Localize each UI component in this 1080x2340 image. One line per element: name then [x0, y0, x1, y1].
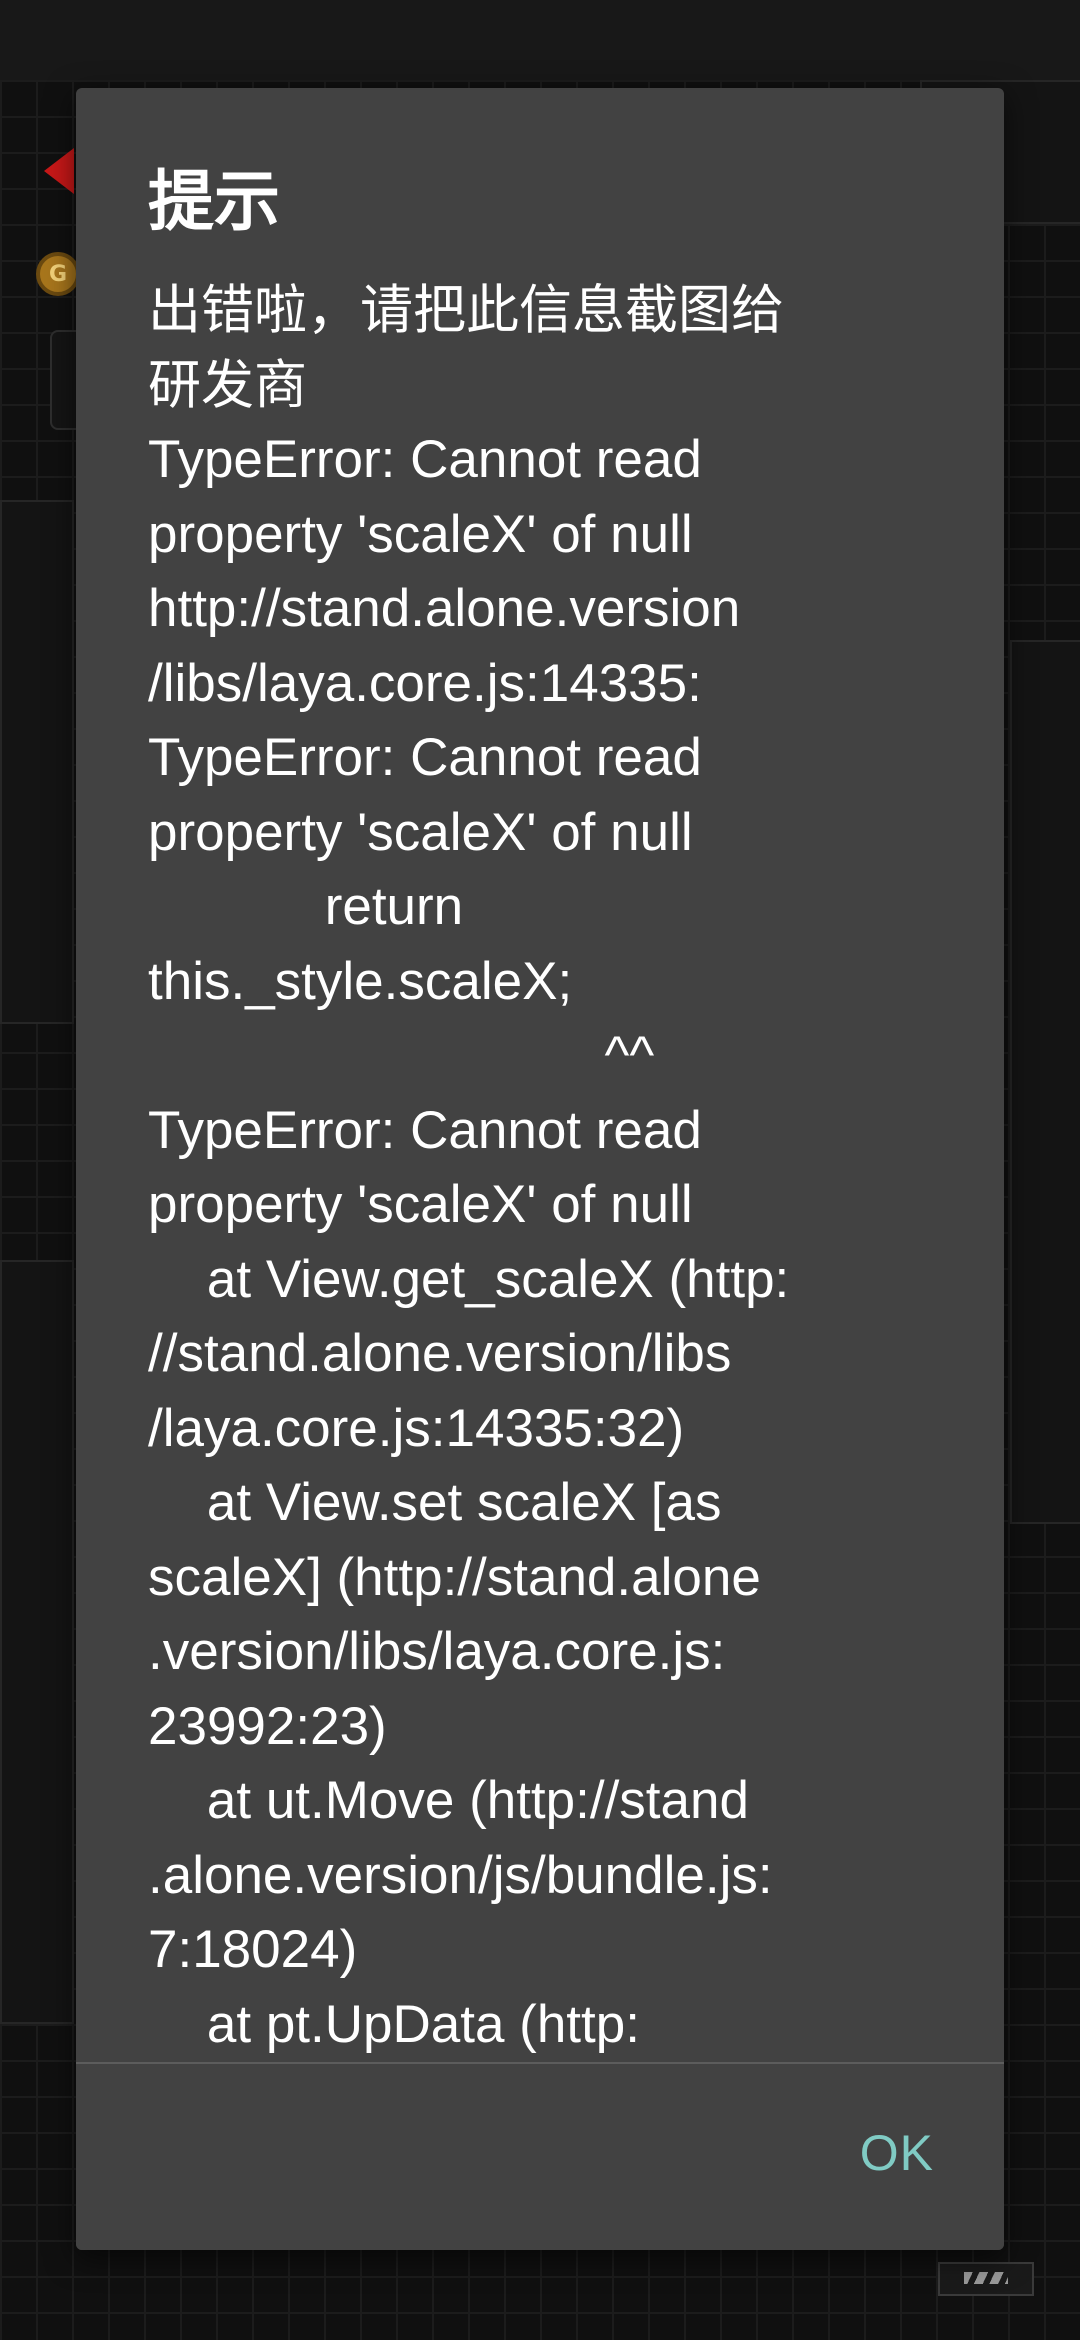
message-line: return	[148, 877, 464, 936]
coin-letter: G	[48, 261, 68, 287]
dialog-message[interactable]: 出错啦，请把此信息截图给 研发商 TypeError: Cannot read …	[148, 274, 938, 2150]
dialog-button-bar: OK	[76, 2064, 1004, 2250]
message-line: this._style.scaleX;	[148, 951, 573, 1011]
message-line: TypeError: Cannot read	[148, 430, 702, 489]
message-line: ^^	[148, 1026, 655, 1085]
message-line: at View.set scaleX [as	[148, 1473, 722, 1532]
message-line: TypeError: Cannot read	[148, 1100, 702, 1160]
message-line: 研发商	[148, 355, 307, 415]
message-line: at pt.UpData (http:	[148, 1994, 640, 2054]
background-panel	[0, 1260, 74, 2024]
background-panel	[1010, 640, 1080, 1524]
message-line: //stand.alone.version/libs	[148, 1324, 732, 1383]
message-line: .alone.version/js/bundle.js:	[148, 1845, 773, 1905]
message-line: at View.get_scaleX (http:	[148, 1249, 790, 1309]
message-line: /laya.core.js:14335:32)	[148, 1398, 685, 1458]
background-panel	[0, 500, 74, 1024]
ok-button[interactable]: OK	[860, 2124, 934, 2182]
message-line: 23992:23)	[148, 1696, 387, 1756]
gold-coin-icon: G	[36, 252, 80, 296]
error-dialog: 提示 出错啦，请把此信息截图给 研发商 TypeError: Cannot re…	[76, 88, 1004, 2250]
background-slot-icon	[938, 2262, 1034, 2296]
message-line: 出错啦，请把此信息截图给	[148, 281, 784, 340]
message-line: 7:18024)	[148, 1920, 358, 1979]
status-bar	[0, 0, 1080, 80]
message-line: property 'scaleX' of null	[148, 1175, 693, 1234]
message-line: http://stand.alone.version	[148, 579, 741, 638]
message-line: TypeError: Cannot read	[148, 728, 702, 787]
message-line: at ut.Move (http://stand	[148, 1771, 749, 1830]
message-line: .version/libs/laya.core.js:	[148, 1622, 726, 1681]
dialog-title: 提示	[148, 163, 280, 240]
message-line: property 'scaleX' of null	[148, 504, 693, 564]
message-line: property 'scaleX' of null	[148, 802, 693, 862]
message-line: /libs/laya.core.js:14335:	[148, 653, 702, 713]
message-line: scaleX] (http://stand.alone	[148, 1547, 761, 1607]
